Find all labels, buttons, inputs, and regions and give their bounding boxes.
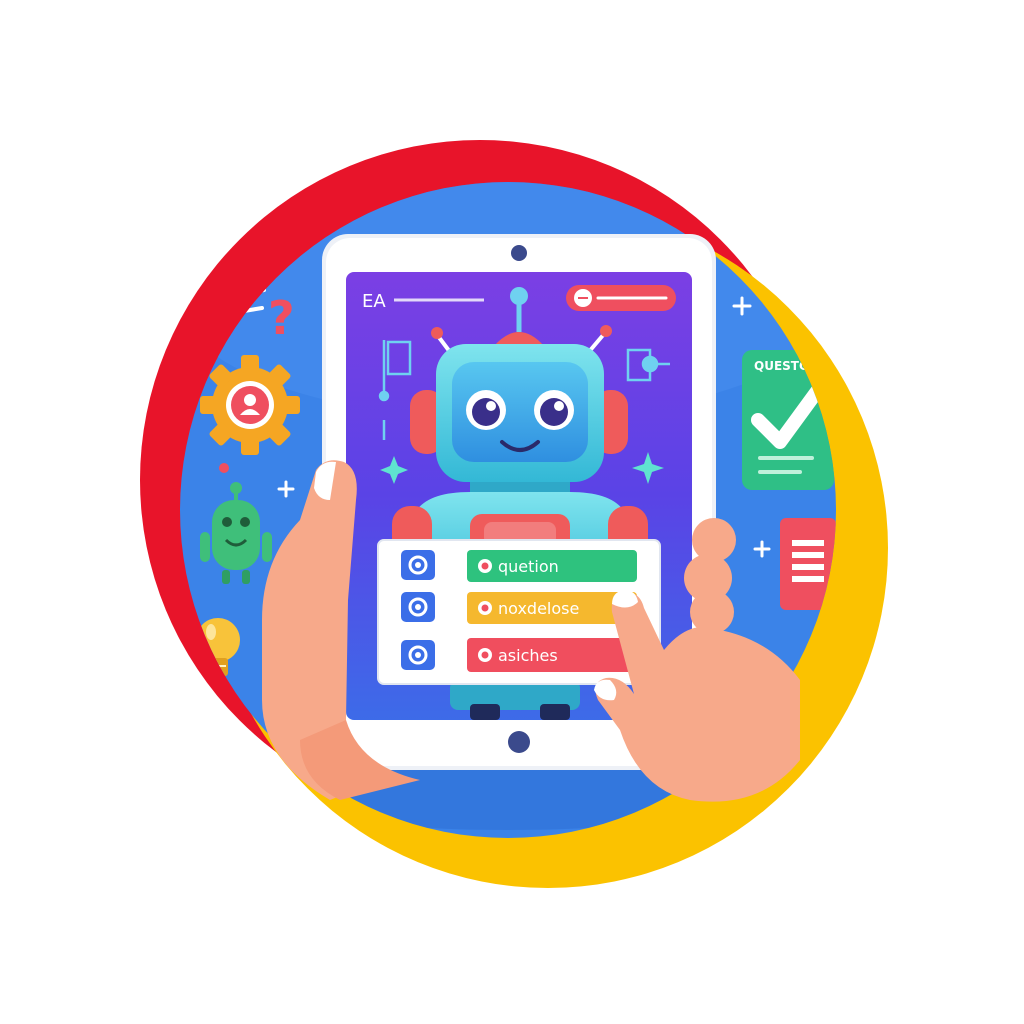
camera-dot <box>511 245 527 261</box>
menu-item-label: noxdelose <box>498 599 579 618</box>
menu-item-label: quetion <box>498 557 559 576</box>
menu-item-label: asiches <box>498 646 558 665</box>
home-button[interactable] <box>508 731 530 753</box>
svg-text:?: ? <box>268 291 295 345</box>
toggle-pill[interactable] <box>566 285 676 311</box>
screen-header-text: EA <box>362 291 386 312</box>
gear-user-icon <box>200 355 300 455</box>
illustration: ? QUESTO EA quetion noxdelose asiches <box>140 140 888 888</box>
